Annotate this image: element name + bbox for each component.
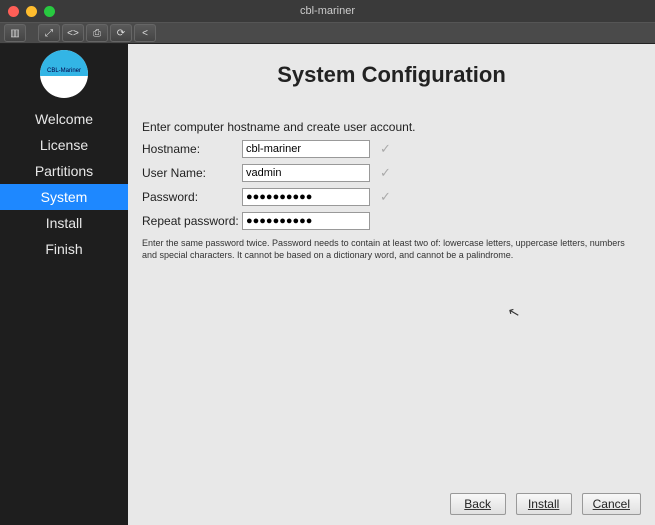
toolbar-refresh-button[interactable]: ⟳ [110, 24, 132, 42]
back-button-label: Back [464, 497, 491, 511]
vm-toolbar: ▥ ⤢ <> ⎙ ⟳ < [0, 22, 655, 44]
cancel-button-label: Cancel [593, 497, 630, 511]
row-username: User Name: ✓ [142, 162, 641, 184]
sidebar-item-install[interactable]: Install [0, 210, 128, 236]
mouse-cursor-icon: ↖ [506, 303, 522, 322]
nav-steps: Welcome License Partitions System Instal… [0, 106, 128, 262]
close-window-icon[interactable] [8, 6, 19, 17]
installer-app: CBL-Mariner Welcome License Partitions S… [0, 44, 655, 525]
password-hint: Enter the same password twice. Password … [142, 238, 641, 261]
row-repeat-password: Repeat password: [142, 210, 641, 232]
check-icon: ✓ [380, 189, 391, 205]
sidebar-item-welcome[interactable]: Welcome [0, 106, 128, 132]
sidebar-item-system[interactable]: System [0, 184, 128, 210]
username-input[interactable] [242, 164, 370, 182]
sidebar: CBL-Mariner Welcome License Partitions S… [0, 44, 128, 525]
password-input[interactable] [242, 188, 370, 206]
hostname-label: Hostname: [142, 142, 242, 156]
install-button-label: Install [528, 497, 559, 511]
toolbar-code-button[interactable]: <> [62, 24, 84, 42]
toolbar-sidebar-button[interactable]: ▥ [4, 24, 26, 42]
sidebar-item-partitions[interactable]: Partitions [0, 158, 128, 184]
toolbar-expand-button[interactable]: ⤢ [38, 24, 60, 42]
toolbar-back-button[interactable]: < [134, 24, 156, 42]
check-icon: ✓ [380, 141, 391, 157]
username-label: User Name: [142, 166, 242, 180]
window-title: cbl-mariner [0, 5, 655, 17]
password-label: Password: [142, 190, 242, 204]
sidebar-item-license[interactable]: License [0, 132, 128, 158]
hostname-input[interactable] [242, 140, 370, 158]
footer-buttons: Back Install Cancel [450, 493, 641, 515]
zoom-window-icon[interactable] [44, 6, 55, 17]
back-button[interactable]: Back [450, 493, 506, 515]
toolbar-print-button[interactable]: ⎙ [86, 24, 108, 42]
page-title: System Configuration [142, 62, 641, 88]
logo-text: CBL-Mariner [40, 68, 88, 74]
repeat-password-input[interactable] [242, 212, 370, 230]
repeat-password-label: Repeat password: [142, 214, 242, 228]
window-titlebar: cbl-mariner [0, 0, 655, 22]
install-button[interactable]: Install [516, 493, 572, 515]
sidebar-item-finish[interactable]: Finish [0, 236, 128, 262]
cancel-button[interactable]: Cancel [582, 493, 641, 515]
config-form: Hostname: ✓ User Name: ✓ Password: ✓ Rep… [142, 138, 641, 232]
main-content: System Configuration Enter computer host… [128, 44, 655, 525]
row-hostname: Hostname: ✓ [142, 138, 641, 160]
row-password: Password: ✓ [142, 186, 641, 208]
distro-logo: CBL-Mariner [40, 50, 88, 98]
check-icon: ✓ [380, 165, 391, 181]
minimize-window-icon[interactable] [26, 6, 37, 17]
window-controls [0, 6, 55, 17]
intro-text: Enter computer hostname and create user … [142, 120, 641, 134]
